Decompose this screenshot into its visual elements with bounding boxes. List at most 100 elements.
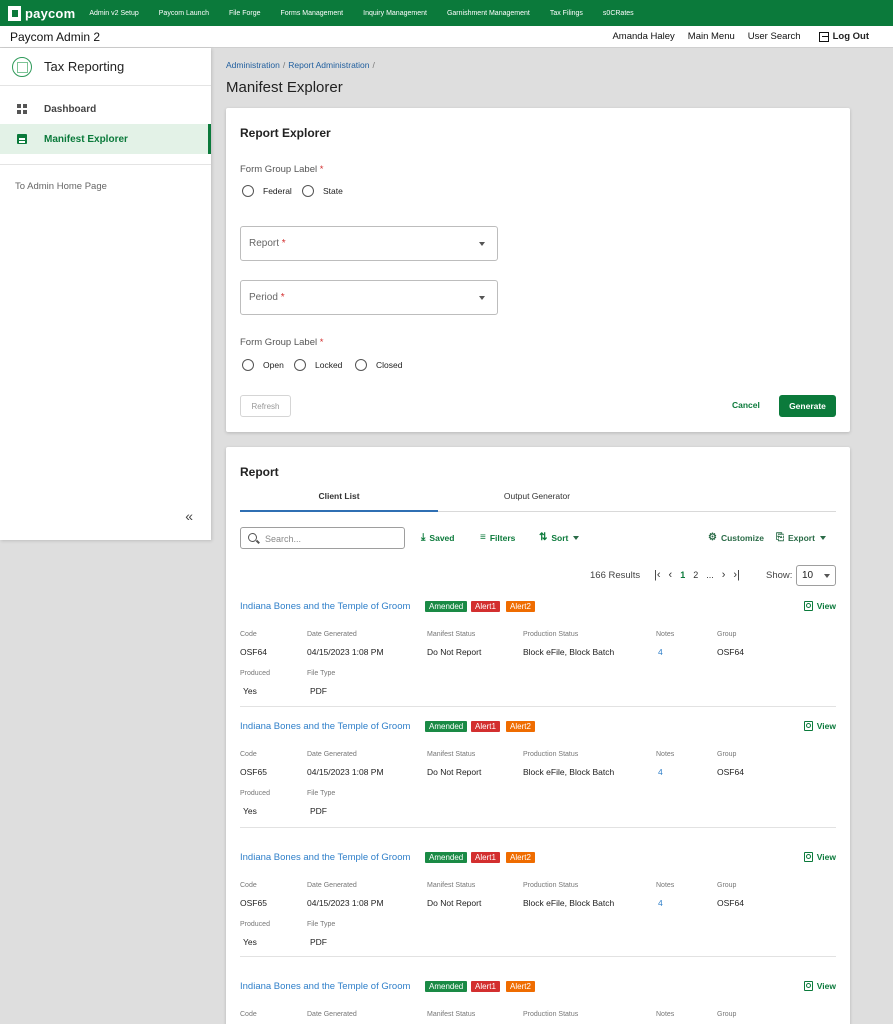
user-search-link[interactable]: User Search <box>748 31 801 42</box>
top-nav-garnishment-management[interactable]: Garnishment Management <box>447 10 530 17</box>
gear-icon: ⚙ <box>708 532 717 543</box>
view-label: View <box>816 852 836 862</box>
sidebar-item-manifest-explorer[interactable]: Manifest Explorer <box>0 124 211 154</box>
chevron-down-icon <box>479 296 485 300</box>
field-notes-link[interactable]: 4 <box>658 898 663 908</box>
logout-icon <box>818 31 829 42</box>
client-name-link[interactable]: Indiana Bones and the Temple of Groom <box>240 852 410 863</box>
sidebar-divider <box>0 164 211 165</box>
view-label: View <box>816 721 836 731</box>
report-select[interactable]: Report * <box>240 226 498 261</box>
dashboard-icon <box>17 104 27 114</box>
status-badge-alert2: Alert2 <box>506 721 535 732</box>
download-icon: ⤓ <box>421 532 426 543</box>
paycom-logo[interactable]: paycom <box>8 5 75 21</box>
top-nav-bar: paycom Admin v2 Setup Paycom Launch File… <box>0 0 893 26</box>
first-page-icon[interactable]: |‹ <box>654 569 661 581</box>
view-label: View <box>816 601 836 611</box>
next-page-icon[interactable]: › <box>722 569 726 581</box>
top-nav-file-forge[interactable]: File Forge <box>229 10 261 17</box>
radio-federal[interactable]: Federal <box>242 185 292 197</box>
period-select[interactable]: Period * <box>240 280 498 315</box>
field-date: 04/15/2023 1:08 PM <box>307 898 384 908</box>
top-nav-s0crates[interactable]: s0CRates <box>603 10 634 17</box>
field-manifest: Do Not Report <box>427 767 482 777</box>
page-1[interactable]: 1 <box>680 570 685 580</box>
filters-button[interactable]: ≡ Filters <box>480 532 515 543</box>
view-button[interactable]: View <box>803 852 836 862</box>
field-code: OSF64 <box>240 647 267 657</box>
status-badge-alert2: Alert2 <box>506 852 535 863</box>
form-group-label-text: Form Group Label <box>240 164 318 175</box>
results-count: 166 Results <box>590 570 641 581</box>
generate-button[interactable]: Generate <box>779 395 836 417</box>
field-notes-link[interactable]: 4 <box>658 767 663 777</box>
radio-locked[interactable]: Locked <box>294 359 342 371</box>
field-label-production: Production Status <box>523 1011 579 1018</box>
row-divider <box>240 706 836 707</box>
export-button[interactable]: ⎘ Export <box>776 532 826 543</box>
breadcrumb-report-administration[interactable]: Report Administration <box>288 60 369 70</box>
field-code: OSF65 <box>240 767 267 777</box>
report-card: Report Client List Output Generator ⤓Sav… <box>226 447 850 1024</box>
admin-home-link[interactable]: To Admin Home Page <box>15 181 211 192</box>
required-mark: * <box>281 238 286 249</box>
sidebar-item-dashboard[interactable]: Dashboard <box>0 94 211 124</box>
chevron-down-icon <box>479 242 485 246</box>
radio-label: State <box>323 186 343 196</box>
client-name-link[interactable]: Indiana Bones and the Temple of Groom <box>240 721 410 732</box>
field-notes-link[interactable]: 4 <box>658 647 663 657</box>
top-nav-paycom-launch[interactable]: Paycom Launch <box>159 10 209 17</box>
last-page-icon[interactable]: ›| <box>733 569 740 581</box>
view-icon <box>803 852 813 862</box>
status-badge-alert1: Alert1 <box>471 981 500 992</box>
top-nav-inquiry-management[interactable]: Inquiry Management <box>363 10 427 17</box>
tab-output-generator[interactable]: Output Generator <box>438 491 636 512</box>
field-label-filetype: File Type <box>307 921 336 928</box>
field-label-date: Date Generated <box>307 631 357 638</box>
radio-state[interactable]: State <box>302 185 343 197</box>
saved-button[interactable]: ⤓ Saved <box>421 532 454 543</box>
client-name-link[interactable]: Indiana Bones and the Temple of Groom <box>240 601 410 612</box>
field-production: Block eFile, Block Batch <box>523 647 615 657</box>
status-badge-alert1: Alert1 <box>471 852 500 863</box>
refresh-button[interactable]: Refresh <box>240 395 291 417</box>
field-label-notes: Notes <box>656 1011 675 1018</box>
cancel-button[interactable]: Cancel <box>732 400 760 410</box>
search-input[interactable] <box>265 532 400 545</box>
top-nav-admin-v2-setup[interactable]: Admin v2 Setup <box>89 10 138 17</box>
status-badge-amended: Amended <box>425 721 468 732</box>
client-name-link[interactable]: Indiana Bones and the Temple of Groom <box>240 981 410 992</box>
status-badge-alert2: Alert2 <box>506 601 535 612</box>
tab-client-list[interactable]: Client List <box>240 491 438 512</box>
breadcrumb-administration[interactable]: Administration <box>226 60 280 70</box>
field-code: OSF65 <box>240 898 267 908</box>
top-nav-forms-management[interactable]: Forms Management <box>280 10 343 17</box>
radio-closed[interactable]: Closed <box>355 359 402 371</box>
logout-button[interactable]: Log Out <box>818 31 869 42</box>
view-button[interactable]: View <box>803 981 836 991</box>
page-size-select[interactable]: 10 <box>796 565 836 586</box>
field-manifest: Do Not Report <box>427 898 482 908</box>
sort-button[interactable]: ⇅ Sort <box>539 532 580 543</box>
report-select-placeholder: Report * <box>249 238 286 249</box>
page-2[interactable]: 2 <box>693 570 698 580</box>
view-button[interactable]: View <box>803 601 836 611</box>
radio-open[interactable]: Open <box>242 359 284 371</box>
prev-page-icon[interactable]: ‹ <box>669 569 673 581</box>
user-name[interactable]: Amanda Haley <box>612 31 674 42</box>
customize-button[interactable]: ⚙ Customize <box>708 532 764 543</box>
field-date: 04/15/2023 1:08 PM <box>307 767 384 777</box>
field-label-production: Production Status <box>523 751 579 758</box>
collapse-sidebar-icon[interactable]: « <box>185 508 193 524</box>
top-nav-tax-filings[interactable]: Tax Filings <box>550 10 583 17</box>
pagination: |‹ ‹ 1 2 ... › ›| <box>654 569 748 581</box>
required-mark: * <box>319 164 324 175</box>
view-button[interactable]: View <box>803 721 836 731</box>
main-menu-link[interactable]: Main Menu <box>688 31 735 42</box>
field-label-production: Production Status <box>523 882 579 889</box>
field-label-code: Code <box>240 1011 257 1018</box>
field-label-code: Code <box>240 882 257 889</box>
field-label-manifest: Manifest Status <box>427 1011 476 1018</box>
view-icon <box>803 721 813 731</box>
